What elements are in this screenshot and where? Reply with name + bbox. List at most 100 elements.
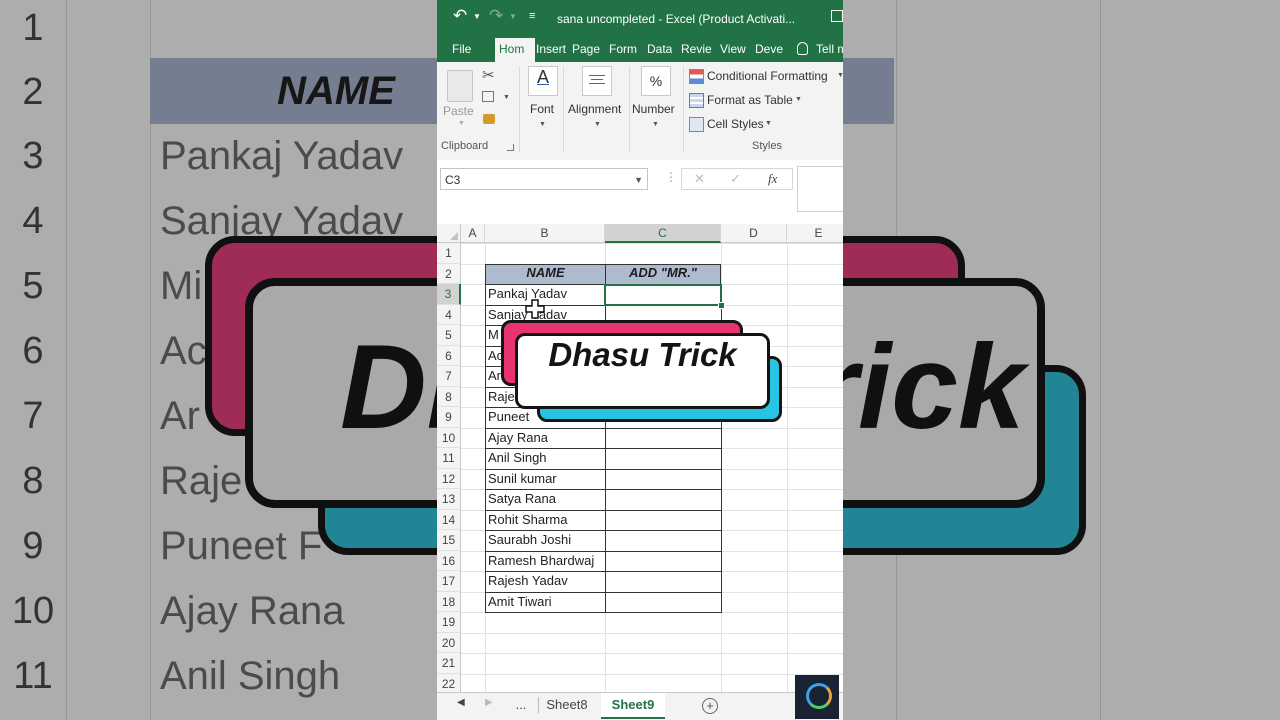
header-name-cell[interactable]: NAME <box>485 264 606 285</box>
row-header-13[interactable]: 13 <box>437 489 461 510</box>
clipboard-launcher-icon[interactable] <box>507 144 514 151</box>
row-header-11[interactable]: 11 <box>437 448 461 469</box>
row-header-21[interactable]: 21 <box>437 653 461 674</box>
undo-icon[interactable]: ↶ <box>453 6 467 26</box>
row-header-17[interactable]: 17 <box>437 571 461 592</box>
column-header-a[interactable]: A <box>461 224 485 243</box>
formula-input[interactable] <box>797 166 843 212</box>
row-header-22[interactable]: 22 <box>437 673 461 694</box>
logo-swirl-icon <box>806 683 832 709</box>
alignment-icon <box>582 66 612 96</box>
tab-developer[interactable]: Deve <box>755 38 783 62</box>
tab-page-layout[interactable]: Page <box>572 38 600 62</box>
cancel-icon[interactable]: ✕ <box>694 171 705 187</box>
insert-function-icon[interactable]: fx <box>768 171 777 187</box>
name-cell[interactable]: Rajesh Yadav <box>485 571 605 592</box>
row-header-15[interactable]: 15 <box>437 530 461 551</box>
row-header-10[interactable]: 10 <box>437 427 461 448</box>
name-cell[interactable]: Satya Rana <box>485 489 605 510</box>
row-header-20[interactable]: 20 <box>437 632 461 653</box>
row-header-7[interactable]: 7 <box>437 366 461 387</box>
name-cell[interactable]: Pankaj Yadav <box>485 284 605 305</box>
new-sheet-button[interactable]: + <box>702 698 718 714</box>
row-header-6[interactable]: 6 <box>437 345 461 366</box>
lightbulb-icon[interactable] <box>797 42 808 55</box>
row-header-2[interactable]: 2 <box>437 263 461 284</box>
ribbon-home: Paste ▼ ✂ ▼ Clipboard A Font ▼ Alignment <box>437 62 843 161</box>
customize-qat-icon[interactable]: ≡ <box>529 10 535 22</box>
row-header-19[interactable]: 19 <box>437 612 461 633</box>
row-header-8[interactable]: 8 <box>437 386 461 407</box>
row-header-12[interactable]: 12 <box>437 468 461 489</box>
add-mr-cell[interactable] <box>605 428 721 449</box>
add-mr-cell[interactable] <box>605 469 721 490</box>
name-cell[interactable]: Rohit Sharma <box>485 510 605 531</box>
conditional-formatting-button[interactable]: Conditional Formatting ▼ <box>689 66 843 86</box>
clipboard-icon <box>447 70 473 102</box>
undo-dropdown-icon[interactable]: ▼ <box>473 12 481 21</box>
sheet-tab-sheet8[interactable]: Sheet8 <box>541 693 593 717</box>
font-icon: A <box>528 66 558 96</box>
row-header-1[interactable]: 1 <box>437 243 461 264</box>
tab-formulas[interactable]: Form <box>609 38 637 62</box>
column-header-e[interactable]: E <box>787 224 843 243</box>
name-cell[interactable]: Ramesh Bhardwaj <box>485 551 605 572</box>
row-header-14[interactable]: 14 <box>437 509 461 530</box>
scroll-left-icon[interactable]: ◀ <box>457 697 465 708</box>
alignment-button[interactable]: Alignment ▼ <box>567 66 627 136</box>
row-header-4[interactable]: 4 <box>437 304 461 325</box>
format-as-table-button[interactable]: Format as Table ▼ <box>689 90 809 110</box>
restore-window-icon[interactable] <box>831 10 843 22</box>
column-header-c[interactable]: C <box>605 224 721 243</box>
fill-handle[interactable] <box>718 302 725 309</box>
add-mr-cell[interactable] <box>605 530 721 551</box>
redo-icon[interactable]: ↷ <box>489 6 503 26</box>
cut-icon[interactable]: ✂ <box>482 66 495 84</box>
name-box[interactable]: C3 ▼ <box>440 168 648 190</box>
add-mr-cell[interactable] <box>605 510 721 531</box>
add-mr-cell[interactable] <box>605 592 721 613</box>
row-header-16[interactable]: 16 <box>437 550 461 571</box>
row-header-3[interactable]: 3 <box>437 284 461 305</box>
enter-icon[interactable]: ✓ <box>730 171 741 187</box>
sheet-tab-sheet9[interactable]: Sheet9 <box>601 693 665 719</box>
formula-buttons: ✕ ✓ fx <box>681 168 793 190</box>
row-header-5[interactable]: 5 <box>437 325 461 346</box>
name-cell[interactable]: Sunil kumar <box>485 469 605 490</box>
name-box-dropdown-icon[interactable]: ▼ <box>634 169 643 191</box>
copy-dropdown-icon[interactable]: ▼ <box>503 94 510 101</box>
paste-button[interactable]: Paste ▼ <box>443 68 479 128</box>
tab-home[interactable]: Hom <box>495 38 535 62</box>
tab-insert[interactable]: Insert <box>536 38 566 62</box>
tab-data[interactable]: Data <box>647 38 672 62</box>
name-cell[interactable]: Anil Singh <box>485 448 605 469</box>
font-button[interactable]: A Font ▼ <box>525 66 559 136</box>
add-mr-cell[interactable] <box>605 489 721 510</box>
name-cell[interactable]: Amit Tiwari <box>485 592 605 613</box>
format-painter-icon[interactable] <box>483 114 495 124</box>
add-mr-cell[interactable] <box>605 448 721 469</box>
redo-dropdown-icon[interactable]: ▼ <box>509 12 517 21</box>
tab-review[interactable]: Revie <box>681 38 712 62</box>
column-header-b[interactable]: B <box>485 224 605 243</box>
scroll-right-icon[interactable]: ▶ <box>485 697 493 708</box>
more-sheets-button[interactable]: ... <box>511 693 531 717</box>
add-mr-cell[interactable] <box>605 551 721 572</box>
row-header-18[interactable]: 18 <box>437 591 461 612</box>
name-cell[interactable]: Ajay Rana <box>485 428 605 449</box>
tab-tell-me[interactable]: Tell m <box>816 38 843 62</box>
tab-file[interactable]: File <box>452 38 471 62</box>
styles-group-label: Styles <box>752 140 782 152</box>
add-mr-cell[interactable] <box>605 571 721 592</box>
number-button[interactable]: % Number ▼ <box>631 66 681 136</box>
copy-icon[interactable] <box>482 91 494 102</box>
cell-styles-button[interactable]: Cell Styles ▼ <box>689 114 779 134</box>
header-add-mr-cell[interactable]: ADD "MR." <box>605 264 721 285</box>
name-cell[interactable]: Saurabh Joshi <box>485 530 605 551</box>
tab-view[interactable]: View <box>720 38 746 62</box>
select-all-corner[interactable] <box>437 224 461 243</box>
row-header-9[interactable]: 9 <box>437 407 461 428</box>
selected-cell-c3[interactable] <box>604 284 722 306</box>
column-header-d[interactable]: D <box>721 224 787 243</box>
more-options-icon[interactable]: ⋮ <box>665 170 677 184</box>
